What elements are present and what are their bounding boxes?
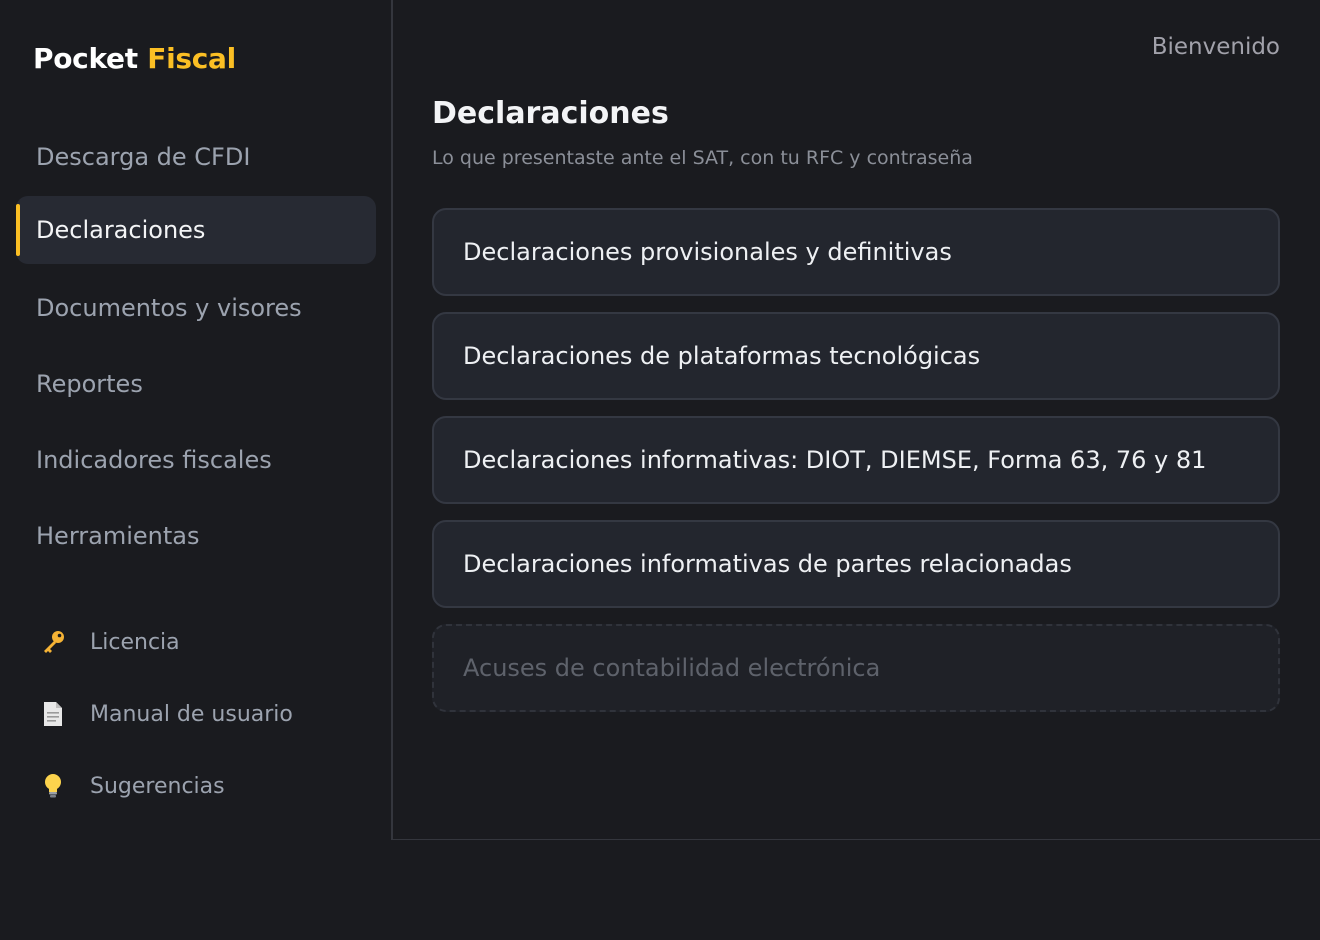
sidebar-link-licencia[interactable]: Licencia <box>38 622 180 662</box>
brand-accent: Fiscal <box>147 42 236 75</box>
sidebar-link-manual[interactable]: Manual de usuario <box>38 694 293 734</box>
sidebar: Pocket Fiscal Descarga de CFDI Declaraci… <box>0 0 393 840</box>
app-window: Pocket Fiscal Descarga de CFDI Declaraci… <box>0 0 1320 840</box>
document-icon <box>38 699 68 729</box>
card-informativas-diot[interactable]: Declaraciones informativas: DIOT, DIEMSE… <box>432 416 1280 504</box>
card-provisionales-definitivas[interactable]: Declaraciones provisionales y definitiva… <box>432 208 1280 296</box>
app-logo: Pocket Fiscal <box>33 42 236 75</box>
sidebar-item-descarga-cfdi[interactable]: Descarga de CFDI <box>16 123 376 191</box>
card-label: Acuses de contabilidad electrónica <box>463 654 881 682</box>
page-title: Declaraciones <box>432 96 669 131</box>
key-icon <box>38 627 68 657</box>
sidebar-item-indicadores[interactable]: Indicadores fiscales <box>16 426 376 494</box>
sugerencias-label: Sugerencias <box>90 773 225 799</box>
bottom-area <box>0 841 1320 940</box>
lightbulb-icon <box>38 771 68 801</box>
manual-label: Manual de usuario <box>90 701 293 727</box>
sidebar-item-label: Reportes <box>36 370 143 398</box>
card-plataformas-tecnologicas[interactable]: Declaraciones de plataformas tecnológica… <box>432 312 1280 400</box>
sidebar-item-label: Documentos y visores <box>36 294 302 322</box>
sidebar-item-reportes[interactable]: Reportes <box>16 350 376 418</box>
card-label: Declaraciones de plataformas tecnológica… <box>463 342 981 370</box>
card-label: Declaraciones provisionales y definitiva… <box>463 238 952 266</box>
sidebar-item-declaraciones[interactable]: Declaraciones <box>16 196 376 264</box>
page-subtitle: Lo que presentaste ante el SAT, con tu R… <box>432 147 973 169</box>
sidebar-item-label: Declaraciones <box>36 216 206 244</box>
card-partes-relacionadas[interactable]: Declaraciones informativas de partes rel… <box>432 520 1280 608</box>
sidebar-item-label: Indicadores fiscales <box>36 446 272 474</box>
sidebar-item-label: Descarga de CFDI <box>36 143 251 171</box>
licencia-label: Licencia <box>90 629 180 655</box>
sidebar-item-herramientas[interactable]: Herramientas <box>16 502 376 570</box>
brand-name: Pocket <box>33 42 138 75</box>
card-label: Declaraciones informativas de partes rel… <box>463 550 1072 578</box>
card-label: Declaraciones informativas: DIOT, DIEMSE… <box>463 446 1207 474</box>
sidebar-item-label: Herramientas <box>36 522 200 550</box>
sidebar-item-documentos[interactable]: Documentos y visores <box>16 274 376 342</box>
card-acuses-contabilidad: Acuses de contabilidad electrónica <box>432 624 1280 712</box>
welcome-text: Bienvenido <box>1151 34 1280 60</box>
sidebar-link-sugerencias[interactable]: Sugerencias <box>38 766 225 806</box>
